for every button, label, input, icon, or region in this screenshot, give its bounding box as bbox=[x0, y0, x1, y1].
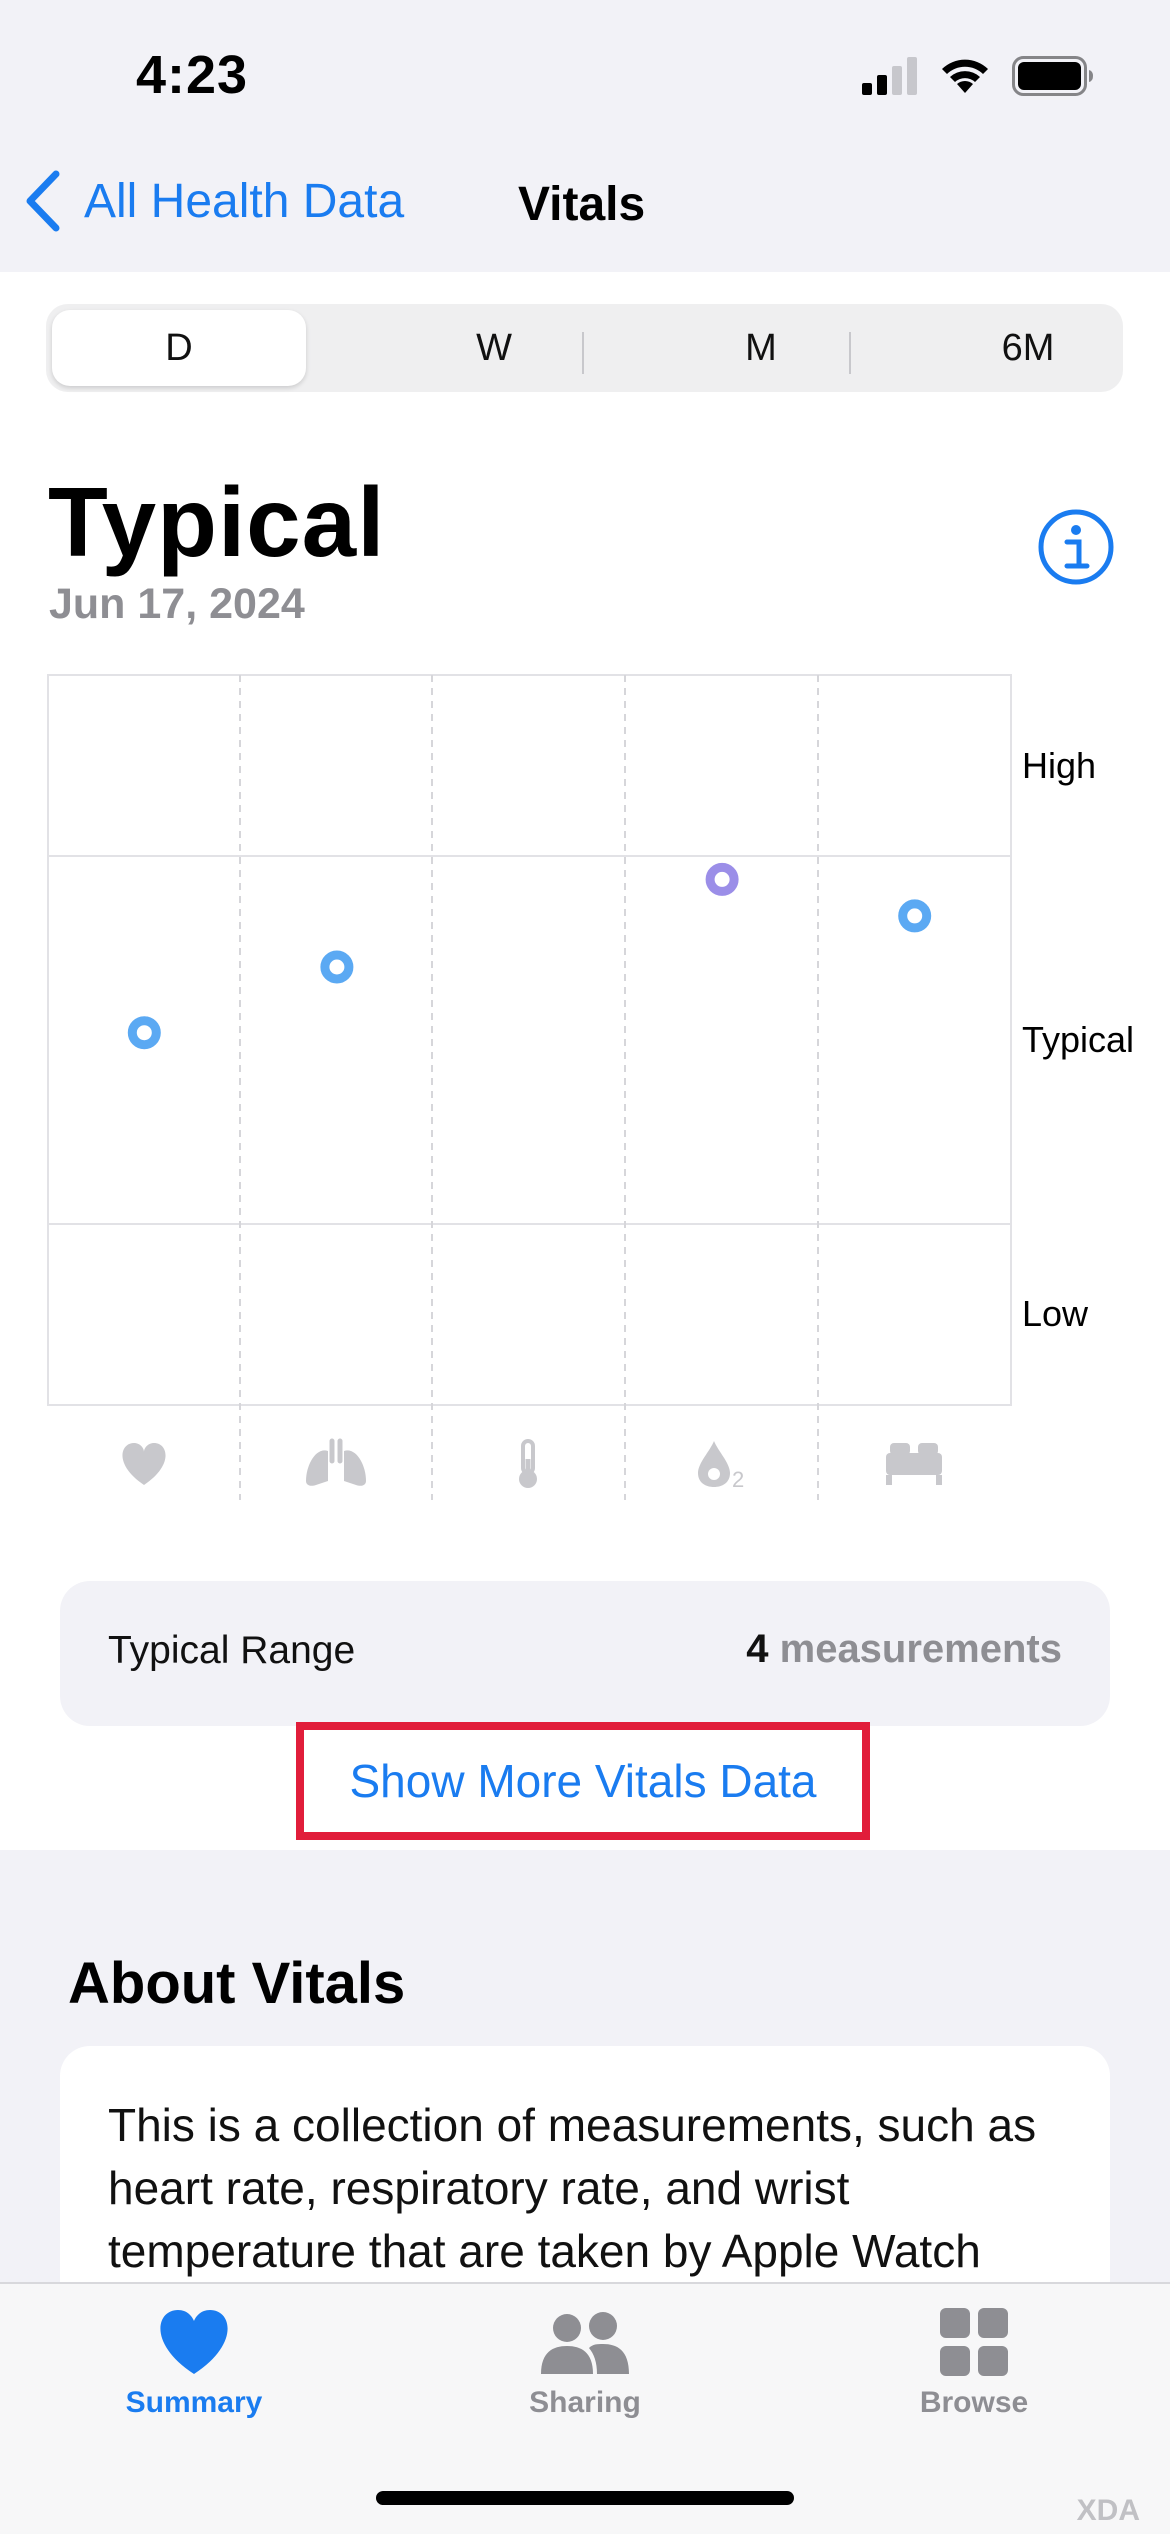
tab-summary-label: Summary bbox=[125, 2386, 263, 2419]
tab-summary[interactable]: Summary bbox=[74, 2308, 314, 2420]
typical-range-label: Typical Range bbox=[108, 1629, 356, 1672]
bed-icon bbox=[886, 1443, 942, 1485]
info-icon bbox=[1038, 509, 1114, 585]
about-title: About Vitals bbox=[68, 1951, 406, 2016]
heart-icon bbox=[122, 1443, 166, 1485]
tab-browse[interactable]: Browse bbox=[854, 2308, 1094, 2420]
cellular-signal-icon bbox=[862, 57, 917, 95]
grid-icon bbox=[940, 2308, 1008, 2376]
typical-range-card[interactable]: Typical Range 4 measurements bbox=[60, 1581, 1110, 1726]
home-indicator bbox=[376, 2491, 794, 2505]
back-button-label: All Health Data bbox=[84, 174, 405, 228]
measurement-count-unit: measurements bbox=[779, 1627, 1062, 1671]
highlight-box: Show More Vitals Data bbox=[296, 1722, 870, 1840]
heart-icon bbox=[160, 2310, 228, 2374]
time-range-segmented-control: D W M 6M bbox=[46, 304, 1123, 392]
segment-day[interactable]: D bbox=[52, 310, 306, 386]
date-label: Jun 17, 2024 bbox=[49, 580, 305, 628]
tab-sharing[interactable]: Sharing bbox=[465, 2308, 705, 2420]
chevron-left-icon bbox=[26, 170, 60, 232]
about-text: This is a collection of measurements, su… bbox=[108, 2099, 1037, 2277]
status-icons bbox=[862, 56, 1094, 96]
blood-oxygen-icon: 2 bbox=[698, 1441, 744, 1492]
battery-icon bbox=[1012, 56, 1093, 96]
status-time: 4:23 bbox=[136, 45, 249, 105]
nav-title: Vitals bbox=[518, 178, 646, 231]
svg-text:2: 2 bbox=[732, 1467, 744, 1492]
chart-points bbox=[127, 862, 932, 1050]
show-more-vitals-button[interactable]: Show More Vitals Data bbox=[349, 1754, 816, 1808]
segment-six-months[interactable]: 6M bbox=[901, 310, 1155, 386]
people-icon bbox=[541, 2312, 629, 2374]
chart-point-bed[interactable] bbox=[898, 899, 932, 933]
measurement-count-number: 4 bbox=[746, 1627, 769, 1671]
range-label-low: Low bbox=[1022, 1293, 1089, 1334]
back-button[interactable]: All Health Data bbox=[24, 170, 404, 232]
page-title: Typical bbox=[48, 467, 386, 577]
measurement-count: 4 measurements bbox=[746, 1627, 1062, 1672]
range-label-typical: Typical bbox=[1022, 1019, 1134, 1060]
thermometer-icon bbox=[519, 1439, 537, 1488]
info-button[interactable] bbox=[1037, 508, 1115, 591]
tab-browse-label: Browse bbox=[919, 2386, 1029, 2419]
segment-month[interactable]: M bbox=[634, 310, 888, 386]
chart-grid bbox=[47, 674, 1012, 1500]
tab-sharing-label: Sharing bbox=[529, 2386, 641, 2419]
chart-point-lungs[interactable] bbox=[320, 950, 354, 984]
wifi-icon bbox=[942, 59, 988, 93]
segment-week[interactable]: W bbox=[367, 310, 621, 386]
chart-point-blood-oxygen[interactable] bbox=[705, 862, 739, 896]
chart-point-heart[interactable] bbox=[127, 1016, 161, 1050]
range-label-high: High bbox=[1022, 745, 1096, 786]
lungs-icon bbox=[306, 1438, 366, 1486]
watermark: XDA bbox=[1076, 2494, 1140, 2527]
vitals-chart: High Typical Low 2 bbox=[47, 674, 1134, 1500]
